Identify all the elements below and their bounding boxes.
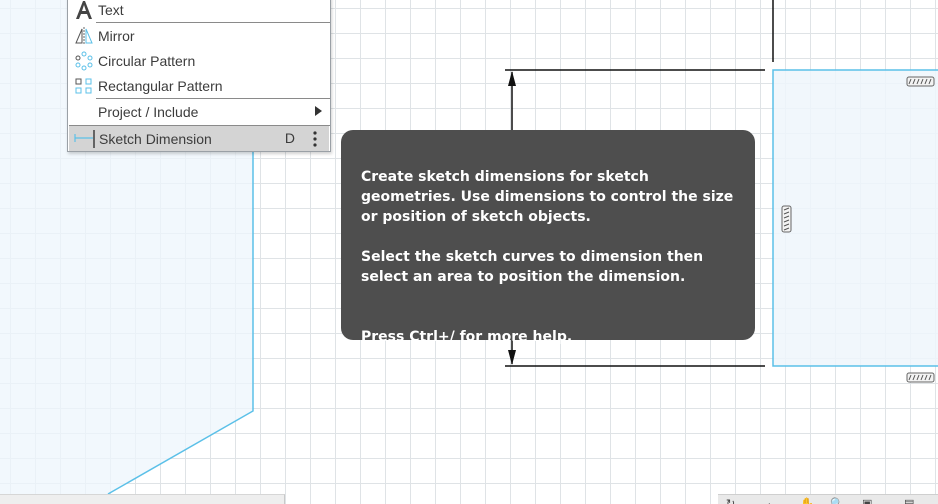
menu-item-label: Text bbox=[98, 1, 124, 18]
tooltip-instructions: Select the sketch curves to dimension th… bbox=[361, 249, 704, 285]
sketch-dimension-icon bbox=[73, 128, 97, 150]
menu-item-project-include[interactable]: Project / Include bbox=[68, 99, 330, 125]
browser-panel-edge bbox=[0, 494, 285, 504]
sketch-context-menu: Text Mirror Circular Pattern Rectangular… bbox=[67, 0, 331, 152]
dimension-arrow-top bbox=[508, 71, 516, 86]
menu-item-label: Sketch Dimension bbox=[99, 130, 212, 147]
pan-icon[interactable]: ✋ bbox=[800, 497, 814, 504]
mirror-icon bbox=[72, 25, 96, 47]
blank-icon bbox=[72, 101, 96, 123]
menu-item-label: Mirror bbox=[98, 27, 135, 44]
zoom-icon[interactable]: 🔍 bbox=[830, 497, 844, 504]
menu-item-mirror[interactable]: Mirror bbox=[68, 23, 330, 48]
shortcut-label: D bbox=[284, 130, 295, 146]
menu-item-label: Rectangular Pattern bbox=[98, 77, 223, 94]
navigation-bar: ↻ ← ✋ 🔍 ▣ ▤ bbox=[718, 494, 938, 504]
vertical-constraint-icon[interactable] bbox=[781, 205, 792, 233]
menu-item-label: Circular Pattern bbox=[98, 52, 196, 69]
command-tooltip: Create sketch dimensions for sketch geom… bbox=[341, 130, 755, 345]
display-settings-icon[interactable]: ▤ bbox=[904, 497, 914, 504]
dimension-arrow-bottom bbox=[508, 350, 516, 365]
horizontal-constraint-icon[interactable] bbox=[906, 76, 935, 87]
tooltip-description: Create sketch dimensions for sketch geom… bbox=[361, 169, 734, 225]
look-at-icon[interactable]: ← bbox=[766, 497, 777, 504]
menu-item-sketch-dimension[interactable]: Sketch Dimension D bbox=[69, 126, 329, 151]
fit-icon[interactable]: ▣ bbox=[862, 497, 872, 504]
submenu-arrow-icon bbox=[315, 106, 322, 116]
more-options-icon[interactable] bbox=[307, 128, 323, 150]
menu-item-circular-pattern[interactable]: Circular Pattern bbox=[68, 48, 330, 73]
rectangular-pattern-icon bbox=[72, 75, 96, 97]
text-icon bbox=[72, 0, 96, 21]
sketch-rectangle-right[interactable] bbox=[772, 69, 938, 367]
menu-item-text[interactable]: Text bbox=[68, 0, 330, 22]
tooltip-help-hint: Press Ctrl+/ for more help. bbox=[361, 329, 573, 345]
horizontal-constraint-icon[interactable] bbox=[906, 372, 935, 383]
menu-item-label: Project / Include bbox=[98, 104, 199, 120]
menu-item-rectangular-pattern[interactable]: Rectangular Pattern bbox=[68, 73, 330, 98]
circular-pattern-icon bbox=[72, 50, 96, 72]
orbit-icon[interactable]: ↻ bbox=[726, 497, 735, 504]
